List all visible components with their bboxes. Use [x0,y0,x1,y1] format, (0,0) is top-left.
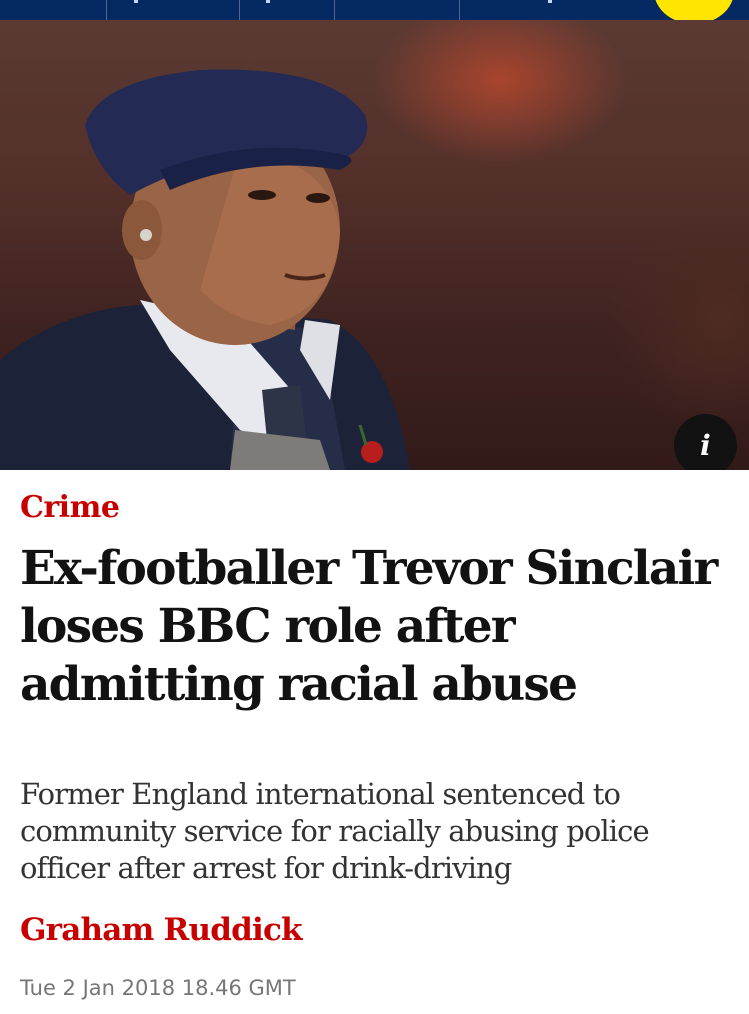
top-nav-bar [0,0,749,20]
nav-divider [239,0,240,20]
article-headline: Ex-footballer Trevor Sinclair loses BBC … [20,541,718,712]
hero-image: i [0,20,749,470]
nav-divider [334,0,335,20]
publish-date: Tue 2 Jan 2018 18.46 GMT [20,976,296,1000]
hero-photo-illustration [0,69,410,470]
section-kicker[interactable]: Crime [20,490,120,525]
nav-divider [106,0,107,20]
nav-item-stub[interactable] [266,0,270,3]
nav-item-stub[interactable] [548,0,552,3]
nav-divider [459,0,460,20]
article-standfirst: Former England international sentenced t… [20,777,650,885]
image-info-button[interactable]: i [674,414,737,470]
nav-item-stub[interactable] [134,0,138,3]
info-icon: i [700,429,711,462]
author-byline[interactable]: Graham Ruddick [20,912,303,948]
menu-button[interactable] [654,0,734,20]
